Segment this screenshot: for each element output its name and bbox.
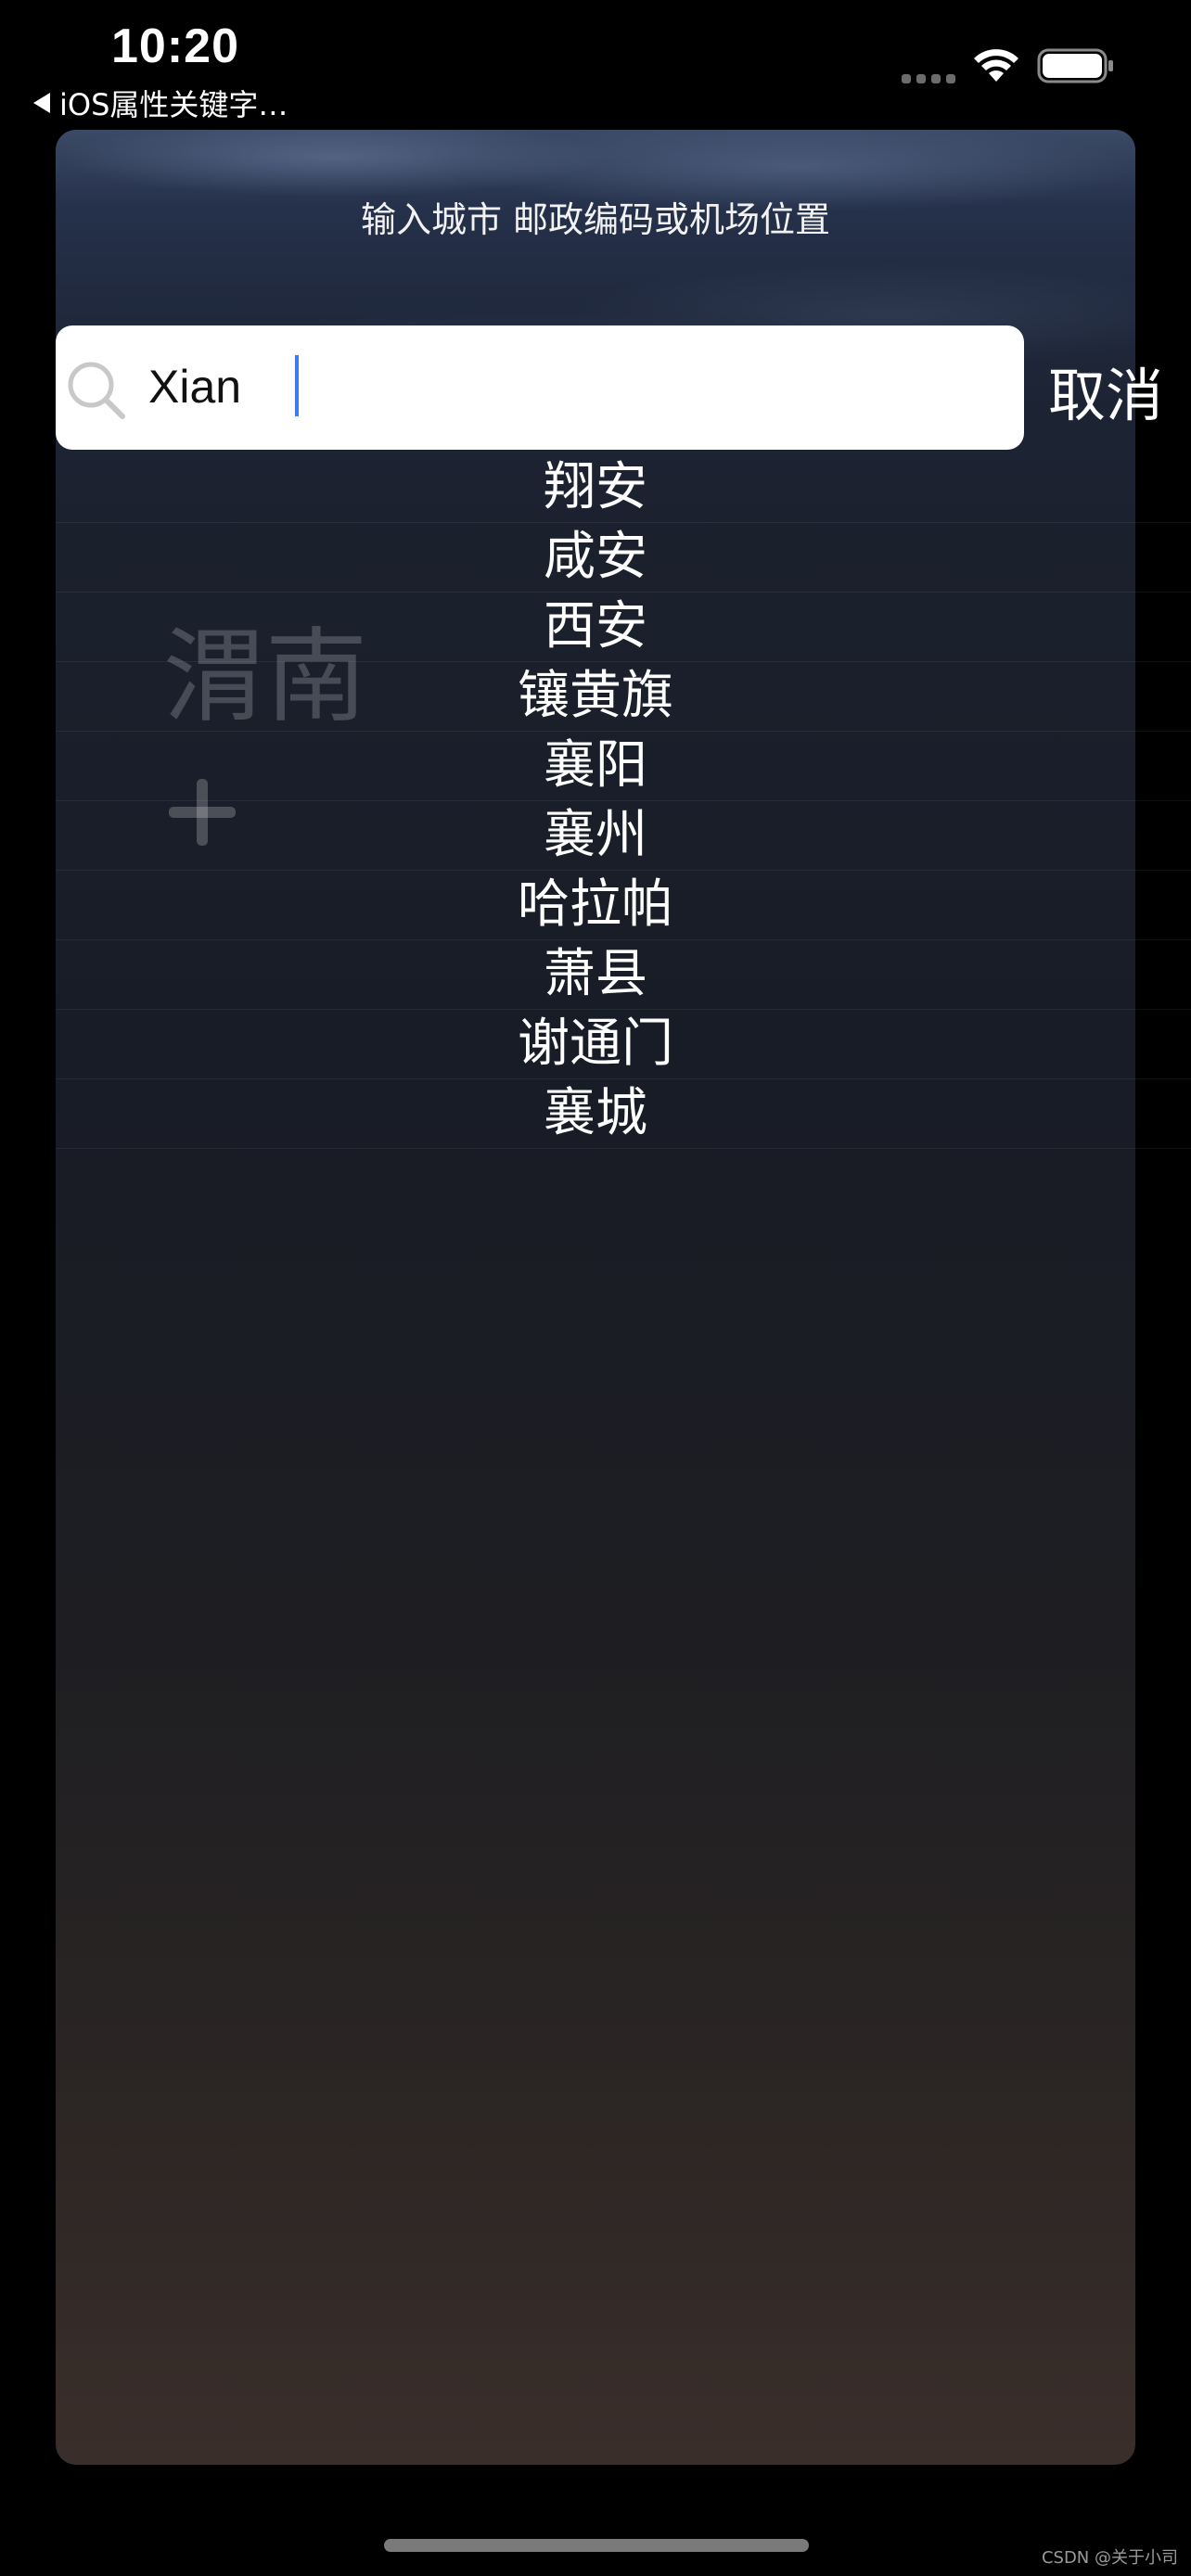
search-input[interactable] [148,353,1002,420]
back-to-app-link[interactable]: iOS属性关键字… [33,82,288,124]
cellular-signal-icon [902,74,955,83]
cancel-button[interactable]: 取消 [1048,349,1163,432]
result-item[interactable]: 萧县 [0,939,1191,1009]
search-icon [68,362,125,419]
back-arrow-icon [33,93,50,113]
wifi-icon [974,49,1018,82]
search-results-list: 翔安 咸安 西安 镶黄旗 襄阳 襄州 哈拉帕 萧县 谢通门 襄城 [0,453,1191,1148]
result-item[interactable]: 翔安 [0,453,1191,522]
result-item[interactable]: 谢通门 [0,1009,1191,1078]
result-item[interactable]: 咸安 [0,522,1191,592]
home-indicator[interactable] [384,2539,809,2552]
status-time: 10:20 [111,19,239,73]
search-field-container[interactable] [56,325,1024,450]
watermark: CSDN @关于小司 [1041,2548,1178,2568]
result-item[interactable]: 镶黄旗 [0,661,1191,731]
result-item[interactable]: 西安 [0,592,1191,661]
result-item[interactable]: 哈拉帕 [0,870,1191,939]
result-item[interactable]: 襄阳 [0,731,1191,800]
screen: 10:20 iOS属性关键字… 输入城市 邮政编码或机场位置 渭南 Xian 取… [0,0,1191,2576]
text-caret [295,355,299,416]
battery-icon [1037,48,1113,83]
search-prompt: 输入城市 邮政编码或机场位置 [360,199,831,240]
row-separator [56,1148,1191,1149]
back-app-label: iOS属性关键字… [59,87,288,122]
result-item[interactable]: 襄城 [0,1078,1191,1148]
result-item[interactable]: 襄州 [0,800,1191,870]
